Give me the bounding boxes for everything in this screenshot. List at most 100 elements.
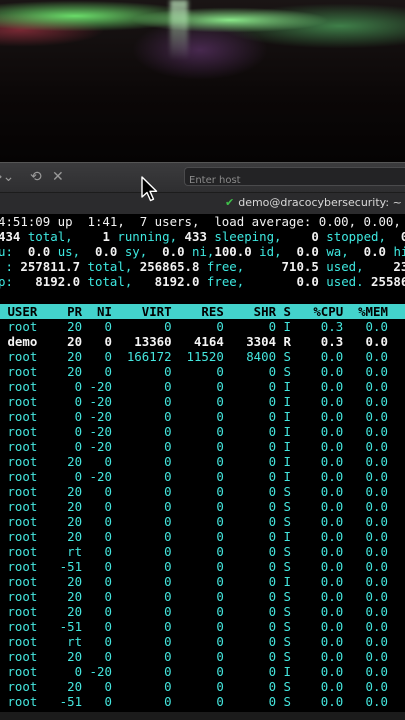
process-cell: 0 xyxy=(111,409,172,424)
process-cell: root xyxy=(0,379,53,394)
host-field[interactable] xyxy=(184,167,405,189)
process-row[interactable]: root rt 0 0 0 0 S 0.0 0.0 xyxy=(0,634,387,649)
process-row[interactable]: root 20 0 166172 11520 8400 S 0.0 0.0 xyxy=(0,349,387,364)
process-cell: 0 xyxy=(171,514,224,529)
tab-title: demo@dracocybersecurity: ~ xyxy=(238,196,402,209)
process-cell: 0 xyxy=(223,664,277,679)
process-row[interactable]: root 20 0 0 0 0 I 0.0 0.0 xyxy=(0,529,388,544)
process-row[interactable]: root 20 0 0 0 0 S 0.0 0.0 xyxy=(0,679,387,694)
process-row[interactable]: root 0 -20 0 0 0 I 0.0 0.0 xyxy=(0,439,388,454)
process-cell: 0 xyxy=(111,454,172,469)
process-cell: 0 xyxy=(223,439,277,454)
process-row[interactable]: root 0 -20 0 0 0 I 0.0 0.0 xyxy=(0,424,388,439)
process-cell: root xyxy=(0,649,53,664)
process-row[interactable]: root 0 -20 0 0 0 I 0.0 0.0 xyxy=(0,379,387,394)
process-cell: I xyxy=(276,394,291,409)
host-input[interactable] xyxy=(185,172,405,189)
process-cell: 0.0 xyxy=(343,514,388,529)
process-cell: root xyxy=(0,319,53,334)
close-icon[interactable]: ✕ xyxy=(52,169,64,185)
process-cell: 0.0 xyxy=(290,409,344,424)
loop-icon[interactable]: ⟲ xyxy=(30,169,42,185)
cpu-segment: id, xyxy=(251,244,290,259)
tasks-segment: sleeping, xyxy=(206,229,297,244)
process-row[interactable]: root -51 0 0 0 0 S 0.0 0.0 xyxy=(0,619,387,634)
process-row[interactable]: root 20 0 0 0 0 S 0.0 0.0 xyxy=(0,484,388,499)
process-cell: 0 xyxy=(111,544,172,559)
process-row[interactable]: root 20 0 0 0 0 S 0.0 0.0 xyxy=(0,364,387,379)
process-cell: 11520 xyxy=(171,349,224,364)
process-cell: 0 xyxy=(223,319,277,334)
process-row[interactable]: root 20 0 0 0 0 S 0.0 0.0 xyxy=(0,589,387,604)
process-row[interactable]: root 0 -20 0 0 0 I 0.0 0.0 xyxy=(0,469,388,484)
process-row[interactable]: root 20 0 0 0 0 S 0.0 0.0 xyxy=(0,649,387,664)
process-cell: 0 xyxy=(223,394,277,409)
process-cell: 0 xyxy=(223,574,277,589)
process-cell: 0.0 xyxy=(343,319,388,334)
terminal-output[interactable]: 4:51:09 up 1:41, 7 users, load average: … xyxy=(0,214,405,720)
process-row[interactable]: root 0 -20 0 0 0 I 0.0 0.0 xyxy=(0,664,388,679)
column-virt[interactable]: VIRT xyxy=(112,304,172,319)
process-row[interactable]: root 20 0 0 0 0 I 0.0 0.0 xyxy=(0,454,387,469)
process-row[interactable]: root 20 0 0 0 0 I 0.0 0.0 xyxy=(0,574,387,589)
process-cell: 20 xyxy=(52,529,83,544)
process-cell: 0 xyxy=(171,559,224,574)
process-cell: 0 xyxy=(52,379,83,394)
process-cell: root xyxy=(0,664,53,679)
process-cell: 0 xyxy=(82,514,112,529)
process-cell: 0.0 xyxy=(343,604,388,619)
column-user[interactable]: USER xyxy=(0,304,52,319)
process-row[interactable]: root -51 0 0 0 0 S 0.0 0.0 xyxy=(0,694,387,709)
mem-segment: used, xyxy=(318,259,379,274)
cpu-segment: 0.0 xyxy=(20,244,51,259)
process-row[interactable]: root 20 0 0 0 0 S 0.0 0.0 xyxy=(0,604,388,619)
column-ni[interactable]: NI xyxy=(82,304,112,319)
process-cell: 0.0 xyxy=(343,424,388,439)
tasks-segment: 0 xyxy=(400,229,405,244)
process-cell: I xyxy=(276,664,291,679)
process-row[interactable]: root 0 -20 0 0 0 I 0.0 0.0 xyxy=(0,394,387,409)
process-cell: -20 xyxy=(82,409,112,424)
chevron-down-icon[interactable]: ›⌄ xyxy=(0,169,14,185)
process-cell: 0.0 xyxy=(290,349,344,364)
column-pct-cpu[interactable]: %CPU xyxy=(291,304,343,319)
process-row[interactable]: root rt 0 0 0 0 S 0.0 0.0 xyxy=(0,544,387,559)
process-cell: root xyxy=(0,469,53,484)
process-cell: 0 xyxy=(223,634,277,649)
process-row[interactable]: root 0 -20 0 0 0 I 0.0 0.0 xyxy=(0,409,387,424)
column-pr[interactable]: PR xyxy=(52,304,82,319)
process-cell: I xyxy=(276,424,291,439)
column-pct-mem[interactable]: %MEM xyxy=(343,304,388,319)
process-cell: 0 xyxy=(171,529,224,544)
swap-segment: 8192.0 xyxy=(20,274,81,289)
tasks-segment: running, xyxy=(109,229,185,244)
process-row[interactable]: root -51 0 0 0 0 S 0.0 0.0 xyxy=(0,559,387,574)
process-cell: 0.0 xyxy=(343,529,388,544)
column-res[interactable]: RES xyxy=(172,304,223,319)
process-cell: 20 xyxy=(52,484,83,499)
process-cell: rt xyxy=(52,544,83,559)
swap-segment: 0.0 xyxy=(259,274,319,289)
process-cell: 0 xyxy=(82,604,112,619)
column-shr[interactable]: SHR xyxy=(224,304,276,319)
process-cell: S xyxy=(276,499,291,514)
process-cell: 0.0 xyxy=(343,664,388,679)
process-cell: -20 xyxy=(82,664,112,679)
process-cell: 0.0 xyxy=(343,469,388,484)
process-row[interactable]: root 20 0 0 0 0 S 0.0 0.0 xyxy=(0,499,388,514)
column-s[interactable]: S xyxy=(276,304,290,319)
process-cell: -20 xyxy=(82,424,112,439)
process-cell: 0 xyxy=(82,649,112,664)
process-row[interactable]: root 20 0 0 0 0 I 0.3 0.0 xyxy=(0,319,388,334)
process-cell: 0 xyxy=(111,559,172,574)
process-row[interactable]: demo 20 0 13360 4164 3304 R 0.3 0.0 xyxy=(0,334,387,349)
process-cell: 0.0 xyxy=(343,439,388,454)
process-cell: 0.0 xyxy=(343,484,388,499)
process-cell: 0.0 xyxy=(343,499,388,514)
terminal-tab[interactable]: ✔ demo@dracocybersecurity: ~ xyxy=(0,192,405,215)
process-cell: 0 xyxy=(171,634,224,649)
swap-segment: 25586 xyxy=(371,274,405,289)
process-row[interactable]: root 20 0 0 0 0 S 0.0 0.0 xyxy=(0,514,388,529)
process-cell: 0 xyxy=(111,619,172,634)
process-cell: root xyxy=(0,559,53,574)
